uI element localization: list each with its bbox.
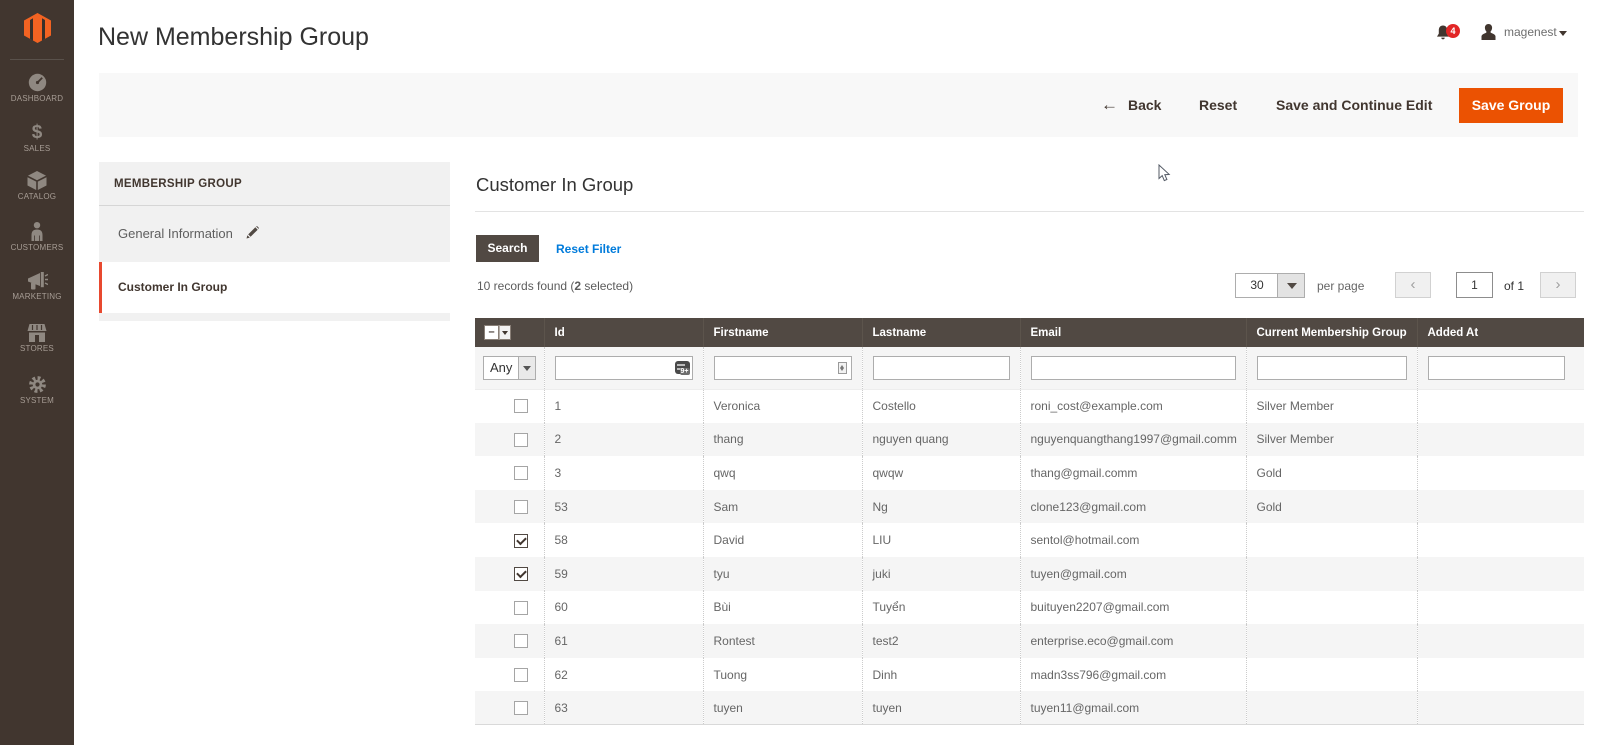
svg-text:$: $ bbox=[32, 122, 43, 142]
